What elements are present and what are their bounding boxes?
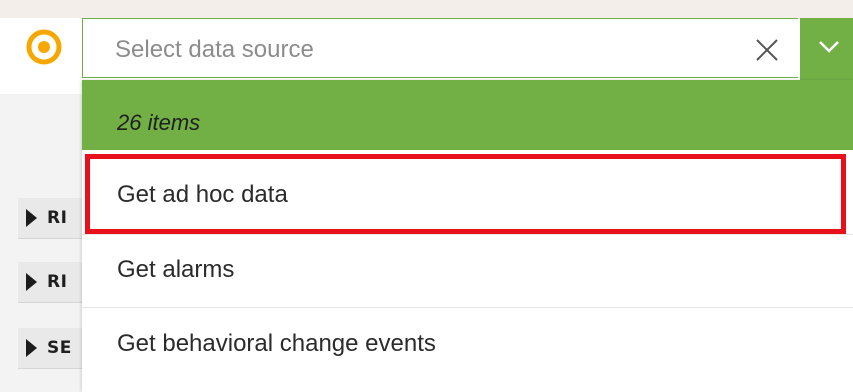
option-divider	[82, 307, 853, 308]
caret-right-icon	[26, 209, 37, 227]
caret-right-icon	[26, 273, 37, 291]
top-strip	[0, 0, 853, 18]
tree-row-label: RI	[47, 208, 68, 228]
tree-row-label: SE	[47, 338, 72, 358]
dropdown-toggle-button[interactable]	[800, 18, 853, 80]
tree-row-3[interactable]: SE	[18, 328, 88, 369]
target-circle-icon[interactable]	[26, 29, 62, 65]
close-icon[interactable]	[753, 36, 781, 64]
option-get-alarms[interactable]: Get alarms	[117, 256, 234, 284]
select-placeholder: Select data source	[115, 36, 314, 63]
item-count-label: 26 items	[117, 110, 201, 135]
option-get-behavioral-change-events[interactable]: Get behavioral change events	[117, 330, 436, 358]
tree-row-2[interactable]: RI	[18, 262, 88, 303]
option-divider	[82, 234, 853, 235]
highlight-box	[85, 154, 846, 234]
tree-row-label: RI	[47, 272, 68, 292]
caret-right-icon	[26, 339, 37, 357]
chevron-down-icon	[819, 41, 839, 53]
tree-row-1[interactable]: RI	[18, 198, 88, 239]
